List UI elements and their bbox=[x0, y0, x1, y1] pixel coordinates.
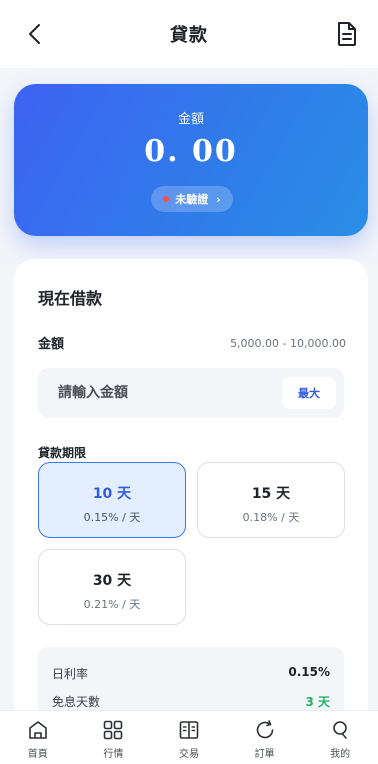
term-rate: 0.21% / 天 bbox=[83, 598, 141, 611]
chevron-left-icon bbox=[29, 24, 40, 44]
refresh-icon bbox=[256, 720, 273, 739]
verification-badge[interactable]: 未驗證 › bbox=[151, 186, 233, 212]
daily-rate-label: 日利率 bbox=[52, 667, 89, 681]
free-days-value: 3 天 bbox=[305, 695, 330, 709]
back-button[interactable] bbox=[22, 20, 46, 48]
term-days: 30 天 bbox=[92, 573, 132, 589]
amount-input[interactable] bbox=[58, 368, 258, 418]
term-option-10[interactable]: 10 天 0.15% / 天 bbox=[38, 462, 186, 538]
nav-item-home[interactable]: 首頁 bbox=[0, 711, 76, 764]
nav-item-market[interactable]: 行情 bbox=[76, 711, 152, 764]
nav-label: 交易 bbox=[178, 749, 199, 760]
grid-icon bbox=[104, 720, 123, 740]
home-icon bbox=[28, 721, 47, 739]
term-label: 貸款期限 bbox=[38, 446, 87, 460]
term-days: 15 天 bbox=[251, 486, 291, 502]
balance-card: 金額 0. 00 未驗證 › bbox=[14, 84, 368, 236]
free-days-label: 免息天數 bbox=[52, 695, 101, 709]
section-title: 現在借款 bbox=[38, 289, 103, 308]
nav-label: 行情 bbox=[103, 749, 124, 760]
verification-status: 未驗證 bbox=[175, 193, 209, 206]
borrow-panel: 現在借款 金額 5,000.00 - 10,000.00 最大 貸款期限 10 … bbox=[14, 259, 368, 729]
nav-item-orders[interactable]: 訂單 bbox=[227, 711, 303, 764]
amount-label: 金額 bbox=[38, 337, 65, 352]
max-button[interactable]: 最大 bbox=[282, 377, 336, 409]
daily-rate-value: 0.15% bbox=[288, 665, 330, 679]
bottom-navigation: 首頁 行情 交易 訂單 我的 bbox=[0, 710, 378, 764]
top-bar: 貸款 bbox=[0, 0, 378, 68]
term-rate: 0.18% / 天 bbox=[242, 511, 300, 524]
balance-label: 金額 bbox=[177, 112, 204, 127]
term-option-30[interactable]: 30 天 0.21% / 天 bbox=[38, 549, 186, 625]
nav-label: 首頁 bbox=[27, 749, 48, 760]
page-title: 貸款 bbox=[170, 25, 208, 46]
term-option-15[interactable]: 15 天 0.18% / 天 bbox=[197, 462, 345, 538]
amount-range: 5,000.00 - 10,000.00 bbox=[230, 337, 346, 350]
user-icon bbox=[333, 721, 347, 739]
status-dot-icon bbox=[163, 196, 170, 202]
book-icon bbox=[179, 721, 199, 739]
term-rate: 0.15% / 天 bbox=[83, 511, 141, 524]
balance-value: 0. 00 bbox=[144, 134, 238, 169]
nav-label: 訂單 bbox=[254, 749, 275, 760]
records-button[interactable] bbox=[336, 21, 358, 47]
nav-label: 我的 bbox=[330, 749, 351, 760]
amount-input-box: 最大 bbox=[38, 368, 344, 418]
document-icon bbox=[338, 22, 356, 46]
nav-item-trade[interactable]: 交易 bbox=[151, 711, 227, 764]
chevron-right-icon: › bbox=[216, 192, 221, 206]
nav-item-profile[interactable]: 我的 bbox=[302, 711, 378, 764]
term-days: 10 天 bbox=[92, 486, 132, 502]
